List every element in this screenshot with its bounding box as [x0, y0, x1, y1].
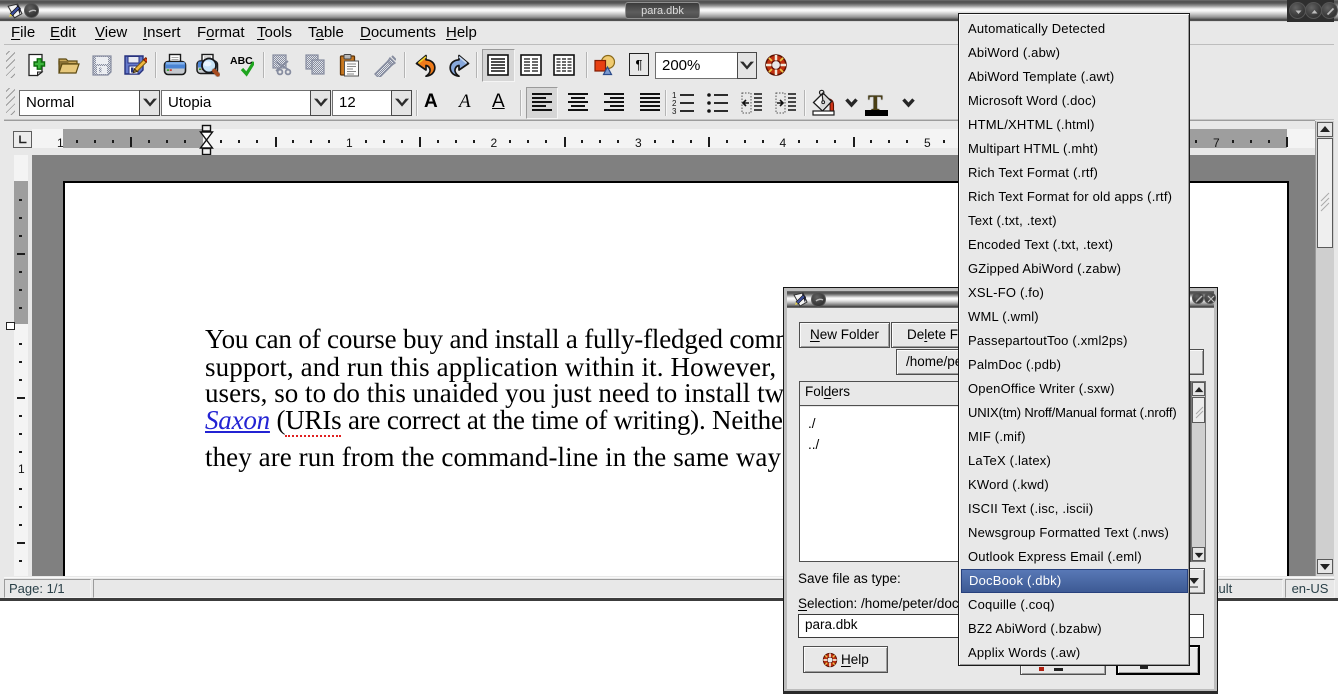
svg-text:3: 3 — [672, 107, 677, 115]
svg-text:ABC: ABC — [230, 55, 253, 67]
